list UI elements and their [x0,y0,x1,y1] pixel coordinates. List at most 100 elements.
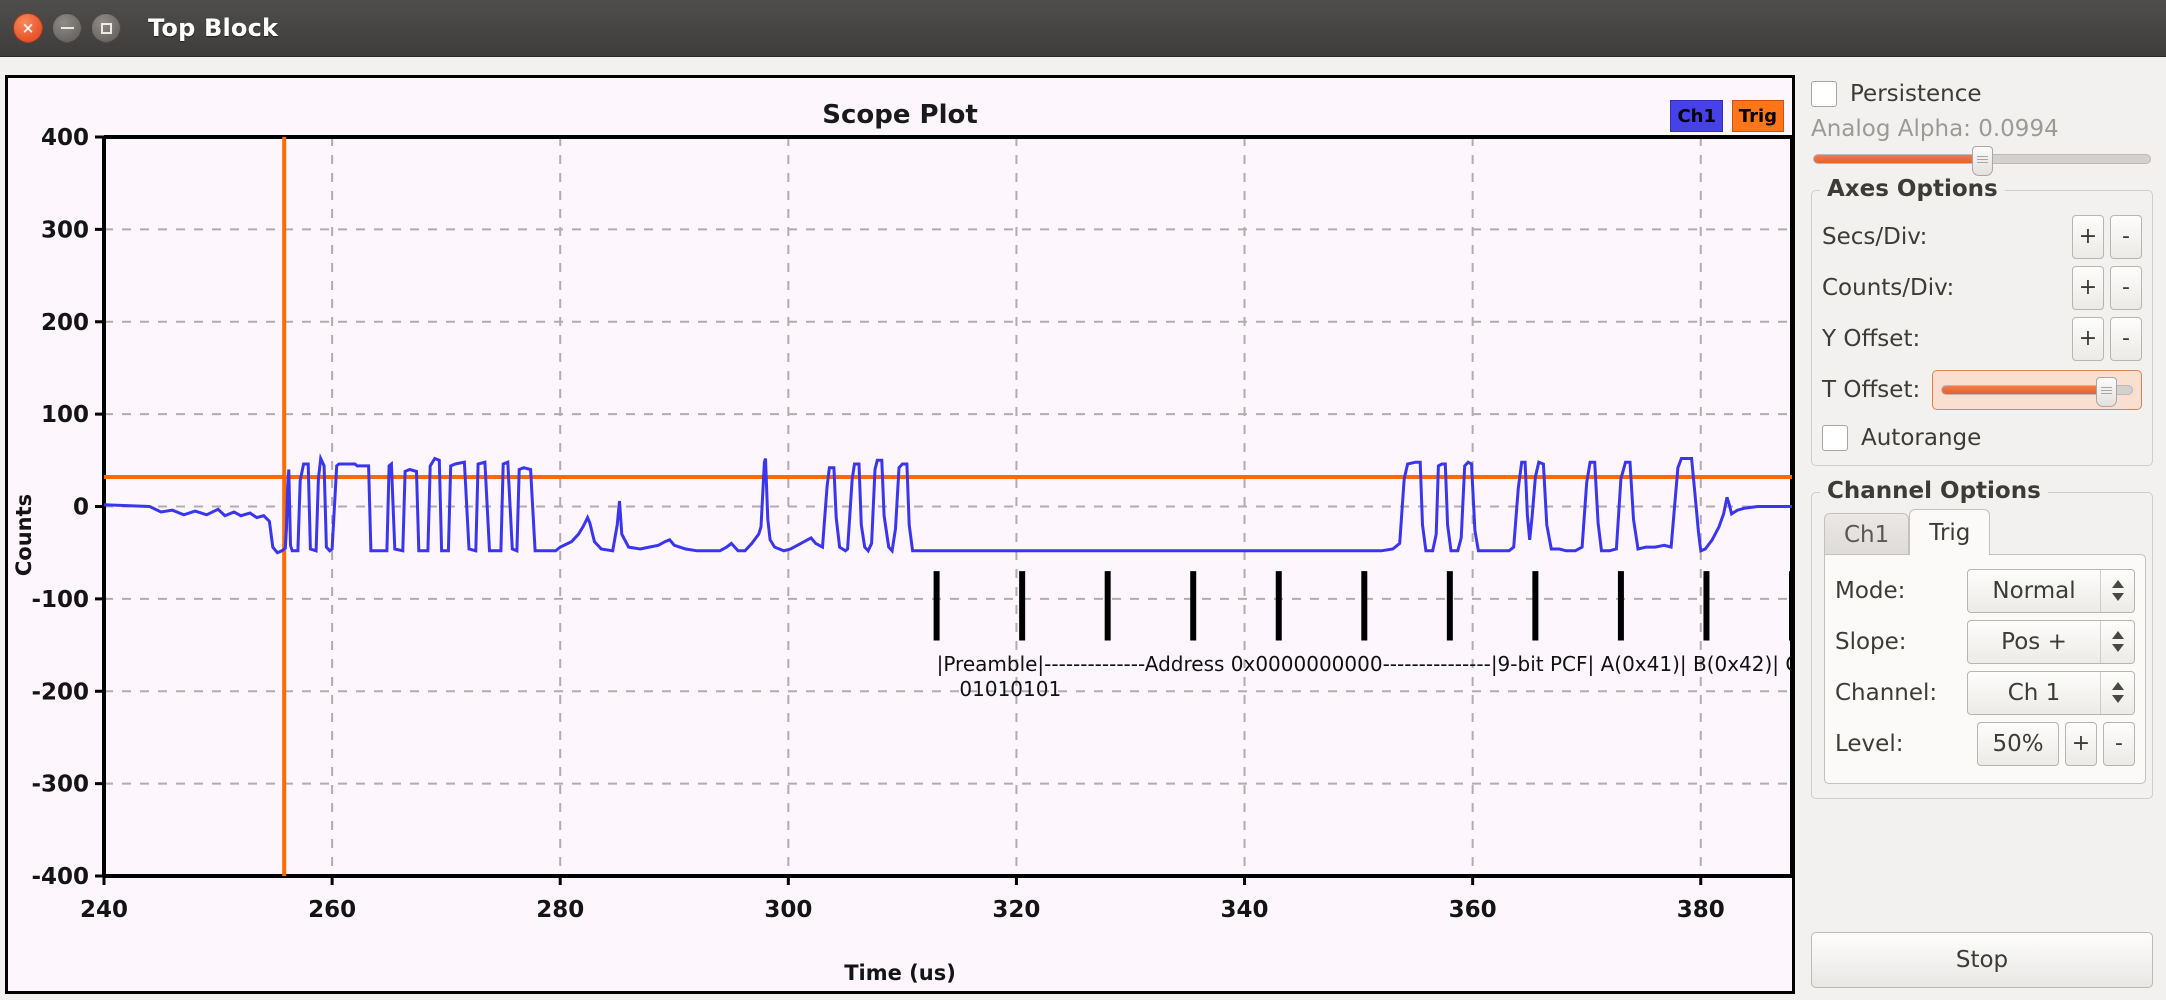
close-glyph: × [21,19,35,37]
counts-div-buttons: + - [2072,265,2142,310]
y-offset-buttons: + - [2072,316,2142,361]
svg-text:0: 0 [73,495,89,521]
chevron-down-icon[interactable] [2111,695,2124,703]
window-title-bar: × Top Block [0,0,2166,57]
t-offset-slider-track[interactable] [1941,376,2133,407]
chevron-up-icon[interactable] [2111,631,2124,639]
y-offset-plus-button[interactable]: + [2072,316,2104,361]
svg-text:-300: -300 [31,772,89,798]
plot-canvas: 400 300 200 100 0 -100 -200 -300 -400 240 260 280 30… [31,125,1792,923]
t-offset-slider-fill [1942,385,2104,394]
scope-plot-panel[interactable]: Scope Plot Ch1 Trig Counts Time (us) 400… [5,75,1795,994]
y-offset-minus-button[interactable]: - [2110,316,2142,361]
svg-text:300: 300 [41,217,89,243]
autorange-checkbox[interactable] [1822,425,1848,451]
application-body: Scope Plot Ch1 Trig Counts Time (us) 400… [0,57,2166,1000]
level-label: Level: [1835,730,1904,757]
svg-text:340: 340 [1221,897,1269,923]
svg-text:200: 200 [41,310,89,336]
maximize-window-icon[interactable] [91,13,121,43]
svg-text:01010101: 01010101 [959,677,1061,701]
persistence-label: Persistence [1850,81,1982,107]
stop-button[interactable]: Stop [1811,932,2153,988]
y-offset-row: Y Offset: + - [1822,313,2142,364]
autorange-label: Autorange [1861,425,1982,451]
level-row: Level: 50% + - [1835,718,2135,769]
t-offset-row: T Offset: [1822,364,2142,415]
t-offset-label: T Offset: [1822,376,1921,403]
channel-options-group: Channel Options Ch1 Trig Mode: Normal Sl… [1811,478,2153,799]
level-plus-button[interactable]: + [2065,721,2097,766]
svg-text:-400: -400 [31,864,89,890]
persistence-checkbox[interactable] [1811,81,1837,107]
t-offset-slider[interactable] [1932,369,2142,410]
level-controls: 50% + - [1977,721,2135,766]
slope-value: Pos + [2001,628,2067,655]
svg-text:-100: -100 [31,587,89,613]
slope-spin-arrows[interactable] [2100,620,2134,663]
axes-options-group: Axes Options Secs/Div: + - Counts/Div: +… [1811,176,2153,466]
svg-text:280: 280 [536,897,584,923]
axes-options-title: Axes Options [1820,176,2005,202]
tab-trig[interactable]: Trig [1909,509,1991,555]
channel-options-title: Channel Options [1820,478,2048,504]
svg-text:300: 300 [764,897,812,923]
t-offset-slider-knob[interactable] [2095,376,2117,407]
svg-text:260: 260 [308,897,356,923]
secs-div-buttons: + - [2072,214,2142,259]
analog-alpha-slider-track[interactable] [1813,146,2151,176]
mode-spinbox[interactable]: Normal [1967,568,2135,613]
secs-div-plus-button[interactable]: + [2072,214,2104,259]
counts-div-plus-button[interactable]: + [2072,265,2104,310]
mode-label: Mode: [1835,577,1906,604]
svg-text:320: 320 [992,897,1040,923]
channel-spinbox[interactable]: Ch 1 [1967,670,2135,715]
slope-label: Slope: [1835,628,1907,655]
chevron-down-icon[interactable] [2111,593,2124,601]
persistence-row[interactable]: Persistence [1811,81,2161,107]
svg-text:|Preamble|--------------Addres: |Preamble|--------------Address 0x000000… [937,652,1792,676]
secs-div-row: Secs/Div: + - [1822,211,2142,262]
channel-spin-arrows[interactable] [2100,671,2134,714]
maximize-glyph [100,22,112,34]
channel-tabs: Ch1 Trig [1824,509,2146,555]
counts-div-row: Counts/Div: + - [1822,262,2142,313]
level-minus-button[interactable]: - [2103,721,2135,766]
svg-text:380: 380 [1677,897,1725,923]
window-buttons: × [13,13,121,43]
slope-spinbox[interactable]: Pos + [1967,619,2135,664]
secs-div-label: Secs/Div: [1822,223,1928,250]
channel-row: Channel: Ch 1 [1835,667,2135,718]
analog-alpha-slider-knob[interactable] [1971,146,1993,176]
secs-div-minus-button[interactable]: - [2110,214,2142,259]
autorange-row[interactable]: Autorange [1822,425,2142,451]
slope-row: Slope: Pos + [1835,616,2135,667]
svg-text:360: 360 [1449,897,1497,923]
counts-div-label: Counts/Div: [1822,274,1955,301]
analog-alpha-slider-fill [1814,155,1986,163]
channel-value: Ch 1 [2007,679,2061,706]
mode-row: Mode: Normal [1835,565,2135,616]
svg-text:400: 400 [41,125,89,151]
level-value[interactable]: 50% [1977,721,2059,766]
analog-alpha-slider[interactable] [1813,146,2151,176]
trig-tab-panel: Mode: Normal Slope: Pos + Channel: Ch 1 … [1824,554,2146,784]
minimize-glyph [60,26,74,30]
y-offset-label: Y Offset: [1822,325,1921,352]
control-panel: Persistence Analog Alpha: 0.0994 Axes Op… [1803,75,2161,994]
channel-label: Channel: [1835,679,1938,706]
svg-text:-200: -200 [31,679,89,705]
mode-spin-arrows[interactable] [2100,569,2134,612]
close-window-icon[interactable]: × [13,13,43,43]
chevron-down-icon[interactable] [2111,644,2124,652]
counts-div-minus-button[interactable]: - [2110,265,2142,310]
tab-ch1[interactable]: Ch1 [1824,513,1910,555]
svg-text:240: 240 [80,897,128,923]
chevron-up-icon[interactable] [2111,580,2124,588]
window-title: Top Block [148,14,279,42]
chevron-up-icon[interactable] [2111,682,2124,690]
mode-value: Normal [1992,577,2076,604]
analog-alpha-label: Analog Alpha: 0.0994 [1811,116,2059,142]
svg-text:100: 100 [41,402,89,428]
minimize-window-icon[interactable] [52,13,82,43]
